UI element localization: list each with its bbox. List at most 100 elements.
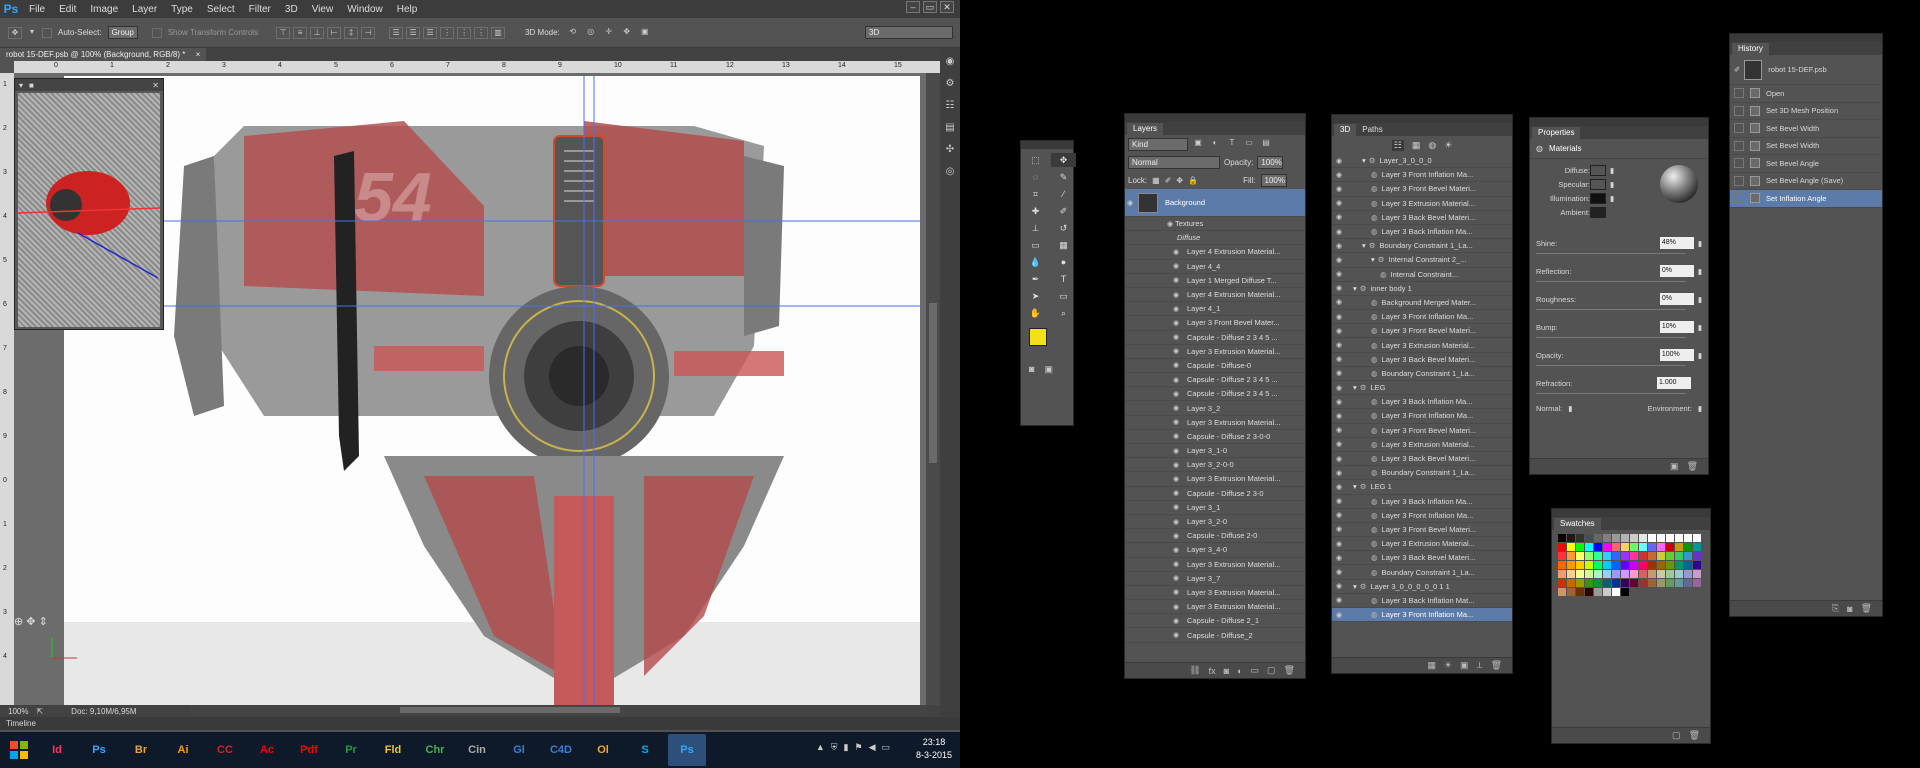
distribute-top-icon[interactable]: ☰ [389,26,404,39]
taskbar-app[interactable]: Ps [668,734,706,766]
lock-transparent-icon[interactable]: ▦ [1152,176,1160,185]
menu-item[interactable]: View [305,4,341,15]
color-swatch[interactable] [1585,552,1593,560]
expand-arrow-icon[interactable]: ▾ [1353,482,1357,491]
lock-pixels-icon[interactable]: ✐ [1165,176,1172,185]
texture-row[interactable]: ◉ Layer 4 Extrusion Material... [1125,288,1305,303]
paths-panel-icon[interactable]: ⚙ [942,76,958,92]
eye-icon[interactable]: ◉ [1125,199,1135,207]
eye-icon[interactable]: ◉ [1334,327,1344,335]
filter-kind-dropdown[interactable]: Kind [1128,137,1188,151]
eye-icon[interactable]: ◉ [1171,546,1181,554]
new-document-from-state-icon[interactable]: ⎘ [1832,603,1839,614]
eye-icon[interactable]: ◉ [1334,511,1344,519]
scene-row[interactable]: ◉ ◍ Layer 3 Back Inflation Ma... [1332,395,1512,410]
move-tool-icon[interactable]: ✥ [8,26,22,39]
shape-tool-icon[interactable]: ▭ [1051,289,1076,303]
swatches-panel-header[interactable] [1552,509,1710,517]
color-swatch[interactable] [1594,534,1602,542]
history-state[interactable]: Open [1730,85,1882,103]
color-swatch[interactable] [1648,534,1656,542]
color-swatch[interactable] [1576,570,1584,578]
eye-icon[interactable]: ◉ [1334,398,1344,406]
color-swatch[interactable] [1675,561,1683,569]
texture-row[interactable]: ◉ Capsule - Diffuse 2 3 4 5 ... [1125,387,1305,402]
color-swatch[interactable] [1657,570,1665,578]
view-options-icon[interactable]: ▾ [19,81,23,90]
eye-icon[interactable]: ◉ [1334,242,1344,250]
color-swatch[interactable] [1684,570,1692,578]
transform-controls-checkbox[interactable] [151,27,162,38]
texture-row[interactable]: ◉ Layer 3 Extrusion Material... [1125,558,1305,572]
eraser-tool-icon[interactable]: ▭ [1023,238,1048,252]
delete-object-icon[interactable]: 🗑 [1491,660,1502,671]
scene-row[interactable]: ◉ ◍ Internal Constraint... [1332,268,1512,282]
align-right-icon[interactable]: ⊣ [361,26,376,39]
texture-row[interactable]: ◉ Capsule - Diffuse 2 3 4 5 ... [1125,331,1305,345]
eye-icon[interactable]: ◉ [1334,298,1344,306]
document-tab[interactable]: robot 15-DEF.psb @ 100% (Background, RGB… [0,48,207,61]
texture-row[interactable]: ◉ Layer 3 Front Bevel Mater... [1125,316,1305,331]
new-swatch-icon[interactable]: ▢ [1672,730,1681,741]
scene-row[interactable]: ◉ ▾ ⚙ LEG [1332,381,1512,396]
scene-row[interactable]: ◉ ◍ Layer 3 Back Inflation Ma... [1332,225,1512,240]
minimize-button[interactable]: – [906,1,920,13]
lights-icon[interactable]: ☀ [1444,140,1452,151]
color-swatch[interactable] [1657,552,1665,560]
color-swatch[interactable] [1603,561,1611,569]
color-swatch[interactable] [1612,552,1620,560]
eye-icon[interactable]: ◉ [1171,447,1181,455]
new-group-icon[interactable]: ▭ [1251,665,1260,676]
shine-input[interactable]: 48% [1659,237,1694,249]
scene-row[interactable]: ◉ ◍ Layer 3 Back Bevel Materi... [1332,551,1512,566]
color-swatch[interactable] [1621,561,1629,569]
scene-row[interactable]: ◉ ◍ Layer 3 Extrusion Material... [1332,338,1512,353]
eye-icon[interactable]: ◉ [1334,497,1344,505]
color-swatch[interactable] [1576,561,1584,569]
eye-icon[interactable]: ◉ [1334,426,1344,434]
color-swatch[interactable] [1693,570,1701,578]
color-swatch[interactable] [1639,552,1647,560]
new-material-icon[interactable]: ▣ [1670,461,1679,472]
color-swatch[interactable] [1594,588,1602,596]
add-mask-icon[interactable]: ◙ [1224,666,1229,676]
eye-icon[interactable]: ◉ [1171,333,1181,341]
color-swatch[interactable] [1693,552,1701,560]
eye-icon[interactable]: ◉ [1165,220,1175,228]
scene-row[interactable]: ◉ ▾ ⚙ Layer_3_0_0_0 [1332,154,1512,169]
eye-icon[interactable]: ◉ [1334,440,1344,448]
delete-swatch-icon[interactable]: 🗑 [1689,730,1700,741]
texture-row[interactable]: ◉ Capsule - Diffuse 2-0 [1125,529,1305,544]
vertical-scrollbar[interactable] [926,73,940,705]
eye-icon[interactable]: ◉ [1334,483,1344,491]
eye-icon[interactable]: ◉ [1334,199,1344,207]
opacity-input[interactable]: 100% [1659,349,1694,361]
eye-icon[interactable]: ◉ [1171,532,1181,540]
tab-layers[interactable]: Layers [1127,123,1164,135]
history-state[interactable]: Set Bevel Angle (Save) [1730,173,1882,190]
maximize-button[interactable]: ▭ [923,1,937,13]
tab-properties[interactable]: Properties [1532,127,1581,139]
roughness-slider[interactable] [1536,309,1686,310]
taskbar-app[interactable]: C4D [542,734,580,766]
color-swatch[interactable] [1621,543,1629,551]
scene-row[interactable]: ◉ ◍ Layer 3 Front Bevel Materi... [1332,182,1512,197]
eye-icon[interactable]: ◉ [1171,291,1181,299]
color-swatch[interactable] [1657,561,1665,569]
lock-position-icon[interactable]: ✥ [1176,176,1183,185]
filter-adjust-icon[interactable]: ◐ [1208,138,1222,150]
camera-icon[interactable]: ■ [29,81,34,90]
specular-swatch[interactable] [1590,179,1606,190]
eye-icon[interactable]: ◉ [1171,518,1181,526]
color-swatch[interactable] [1603,579,1611,587]
adjustments-panel-icon[interactable]: ☷ [942,98,958,114]
color-swatch[interactable] [1666,570,1674,578]
expand-arrow-icon[interactable]: ▾ [1353,284,1357,293]
3d-panel-header[interactable] [1332,115,1512,123]
texture-row[interactable]: ◉ Capsule - Diffuse-0 [1125,359,1305,374]
scene-row[interactable]: ◉ ◍ Layer 3 Front Bevel Materi... [1332,424,1512,438]
reflection-input[interactable]: 0% [1659,265,1694,277]
scene-row[interactable]: ◉ ◍ Layer 3 Back Bevel Materi... [1332,211,1512,225]
history-brush-source-checkbox[interactable] [1734,158,1744,169]
roughness-input[interactable]: 0% [1659,293,1694,305]
